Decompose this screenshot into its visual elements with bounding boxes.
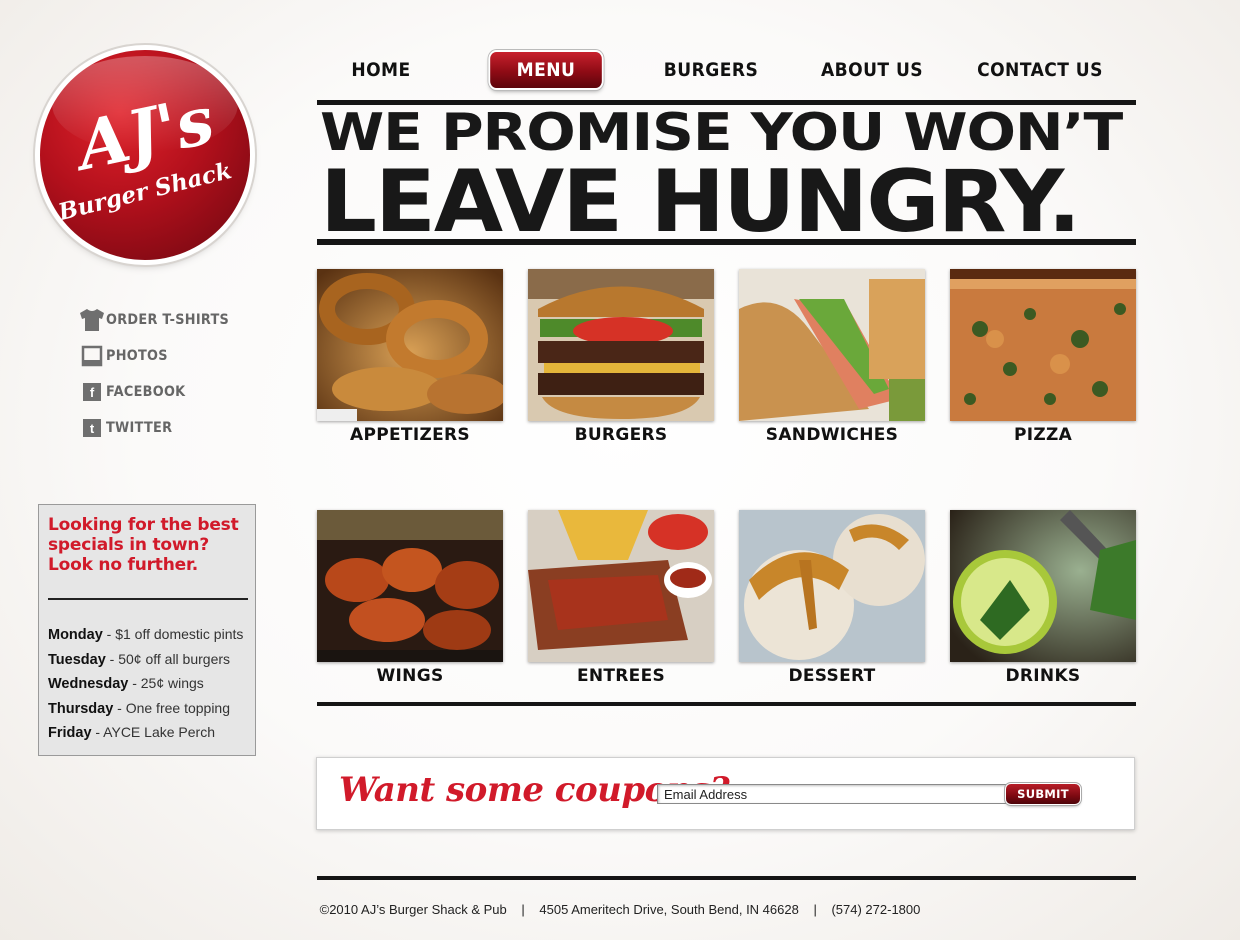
nav-about-us[interactable]: ABOUT US bbox=[820, 52, 924, 88]
side-link-facebook[interactable]: f FACEBOOK bbox=[78, 374, 278, 410]
footer-phone: (574) 272-1800 bbox=[831, 902, 921, 917]
side-link-label: FACEBOOK bbox=[106, 384, 186, 400]
special-item: Friday - AYCE Lake Perch bbox=[48, 721, 243, 746]
specials-heading-line: Look no further. bbox=[48, 555, 198, 575]
wings-photo bbox=[317, 510, 503, 662]
entrees-photo bbox=[528, 510, 714, 662]
pizza-photo bbox=[950, 269, 1136, 421]
divider bbox=[317, 876, 1136, 880]
divider bbox=[317, 702, 1136, 706]
specials-box: Looking for the best specials in town? L… bbox=[38, 504, 256, 756]
menu-tile-label: APPETIZERS bbox=[350, 425, 470, 445]
menu-tile-wings[interactable]: WINGS bbox=[317, 510, 503, 686]
side-link-twitter[interactable]: t TWITTER bbox=[78, 410, 278, 446]
menu-tile-label: PIZZA bbox=[1013, 425, 1073, 445]
side-link-label: TWITTER bbox=[106, 420, 173, 436]
main-nav: HOME MENU BURGERS ABOUT US CONTACT US bbox=[318, 52, 1136, 88]
divider bbox=[317, 239, 1136, 245]
menu-tile-label: SANDWICHES bbox=[765, 425, 899, 445]
nav-burgers[interactable]: BURGERS bbox=[663, 52, 758, 88]
special-item: Wednesday - 25¢ wings bbox=[48, 672, 243, 697]
nav-menu[interactable]: MENU bbox=[490, 52, 602, 88]
menu-tile-appetizers[interactable]: APPETIZERS bbox=[317, 269, 503, 445]
side-link-photos[interactable]: PHOTOS bbox=[78, 338, 278, 374]
nav-contact-us[interactable]: CONTACT US bbox=[977, 52, 1103, 88]
hero-heading: WE PROMISE YOU WON’T LEAVE HUNGRY. bbox=[320, 106, 1136, 245]
specials-divider bbox=[48, 598, 248, 600]
nav-home[interactable]: HOME bbox=[341, 52, 422, 88]
special-deal: - 50¢ off all burgers bbox=[105, 650, 231, 667]
footer-separator: | bbox=[521, 902, 525, 917]
side-link-label: ORDER T-SHIRTS bbox=[106, 312, 230, 328]
hero-line-2: LEAVE HUNGRY. bbox=[320, 152, 1081, 252]
special-item: Tuesday - 50¢ off all burgers bbox=[48, 648, 243, 673]
menu-tile-sandwiches[interactable]: SANDWICHES bbox=[739, 269, 925, 445]
menu-tile-label: DESSERT bbox=[788, 666, 876, 686]
specials-list: Monday - $1 off domestic pints Tuesday -… bbox=[48, 623, 243, 746]
side-link-order-tshirts[interactable]: ORDER T-SHIRTS bbox=[78, 302, 278, 338]
special-deal: - One free topping bbox=[113, 699, 231, 716]
menu-tile-label: WINGS bbox=[376, 666, 444, 686]
footer-separator: | bbox=[813, 902, 817, 917]
menu-tile-drinks[interactable]: DRINKS bbox=[950, 510, 1136, 686]
special-day: Friday bbox=[48, 725, 92, 741]
special-deal: - $1 off domestic pints bbox=[102, 626, 244, 642]
menu-tile-entrees[interactable]: ENTREES bbox=[528, 510, 714, 686]
side-links: ORDER T-SHIRTS PHOTOS f FACEBOOK t TWITT… bbox=[78, 302, 278, 446]
photo-icon bbox=[78, 344, 106, 368]
footer-address: 4505 Ameritech Drive, South Bend, IN 466… bbox=[539, 902, 799, 917]
facebook-icon: f bbox=[78, 380, 106, 404]
special-day: Thursday bbox=[48, 700, 114, 717]
menu-tile-pizza[interactable]: PIZZA bbox=[950, 269, 1136, 445]
special-day: Monday bbox=[48, 627, 103, 643]
twitter-icon: t bbox=[78, 416, 106, 440]
sandwiches-photo bbox=[739, 269, 925, 421]
burgers-photo bbox=[528, 269, 714, 421]
menu-tile-label: DRINKS bbox=[1005, 666, 1081, 686]
menu-tile-burgers[interactable]: BURGERS bbox=[528, 269, 714, 445]
coupon-signup: Want some coupons? SUBMIT bbox=[316, 757, 1135, 830]
email-field[interactable] bbox=[657, 784, 1009, 804]
tshirt-icon bbox=[78, 308, 106, 332]
menu-tile-dessert[interactable]: DESSERT bbox=[739, 510, 925, 686]
specials-heading-line: Looking for the best bbox=[48, 515, 239, 535]
drinks-photo bbox=[950, 510, 1136, 662]
special-item: Monday - $1 off domestic pints bbox=[48, 623, 243, 648]
specials-heading: Looking for the best specials in town? L… bbox=[48, 515, 253, 575]
menu-tile-label: ENTREES bbox=[576, 666, 666, 686]
side-link-label: PHOTOS bbox=[106, 348, 168, 364]
footer: ©2010 AJ’s Burger Shack & Pub | 4505 Ame… bbox=[0, 902, 1240, 917]
special-item: Thursday - One free topping bbox=[48, 697, 243, 722]
special-deal: - 25¢ wings bbox=[128, 675, 204, 691]
special-day: Wednesday bbox=[48, 676, 129, 692]
menu-tile-label: BURGERS bbox=[574, 425, 668, 445]
dessert-photo bbox=[739, 510, 925, 662]
appetizers-photo bbox=[317, 269, 503, 421]
special-deal: - AYCE Lake Perch bbox=[91, 724, 215, 740]
footer-copyright: ©2010 AJ’s Burger Shack & Pub bbox=[319, 902, 507, 917]
submit-button[interactable]: SUBMIT bbox=[1006, 784, 1080, 804]
specials-heading-line: specials in town? bbox=[48, 535, 209, 555]
special-day: Tuesday bbox=[48, 651, 106, 668]
logo[interactable]: AJ's Burger Shack bbox=[40, 50, 250, 260]
